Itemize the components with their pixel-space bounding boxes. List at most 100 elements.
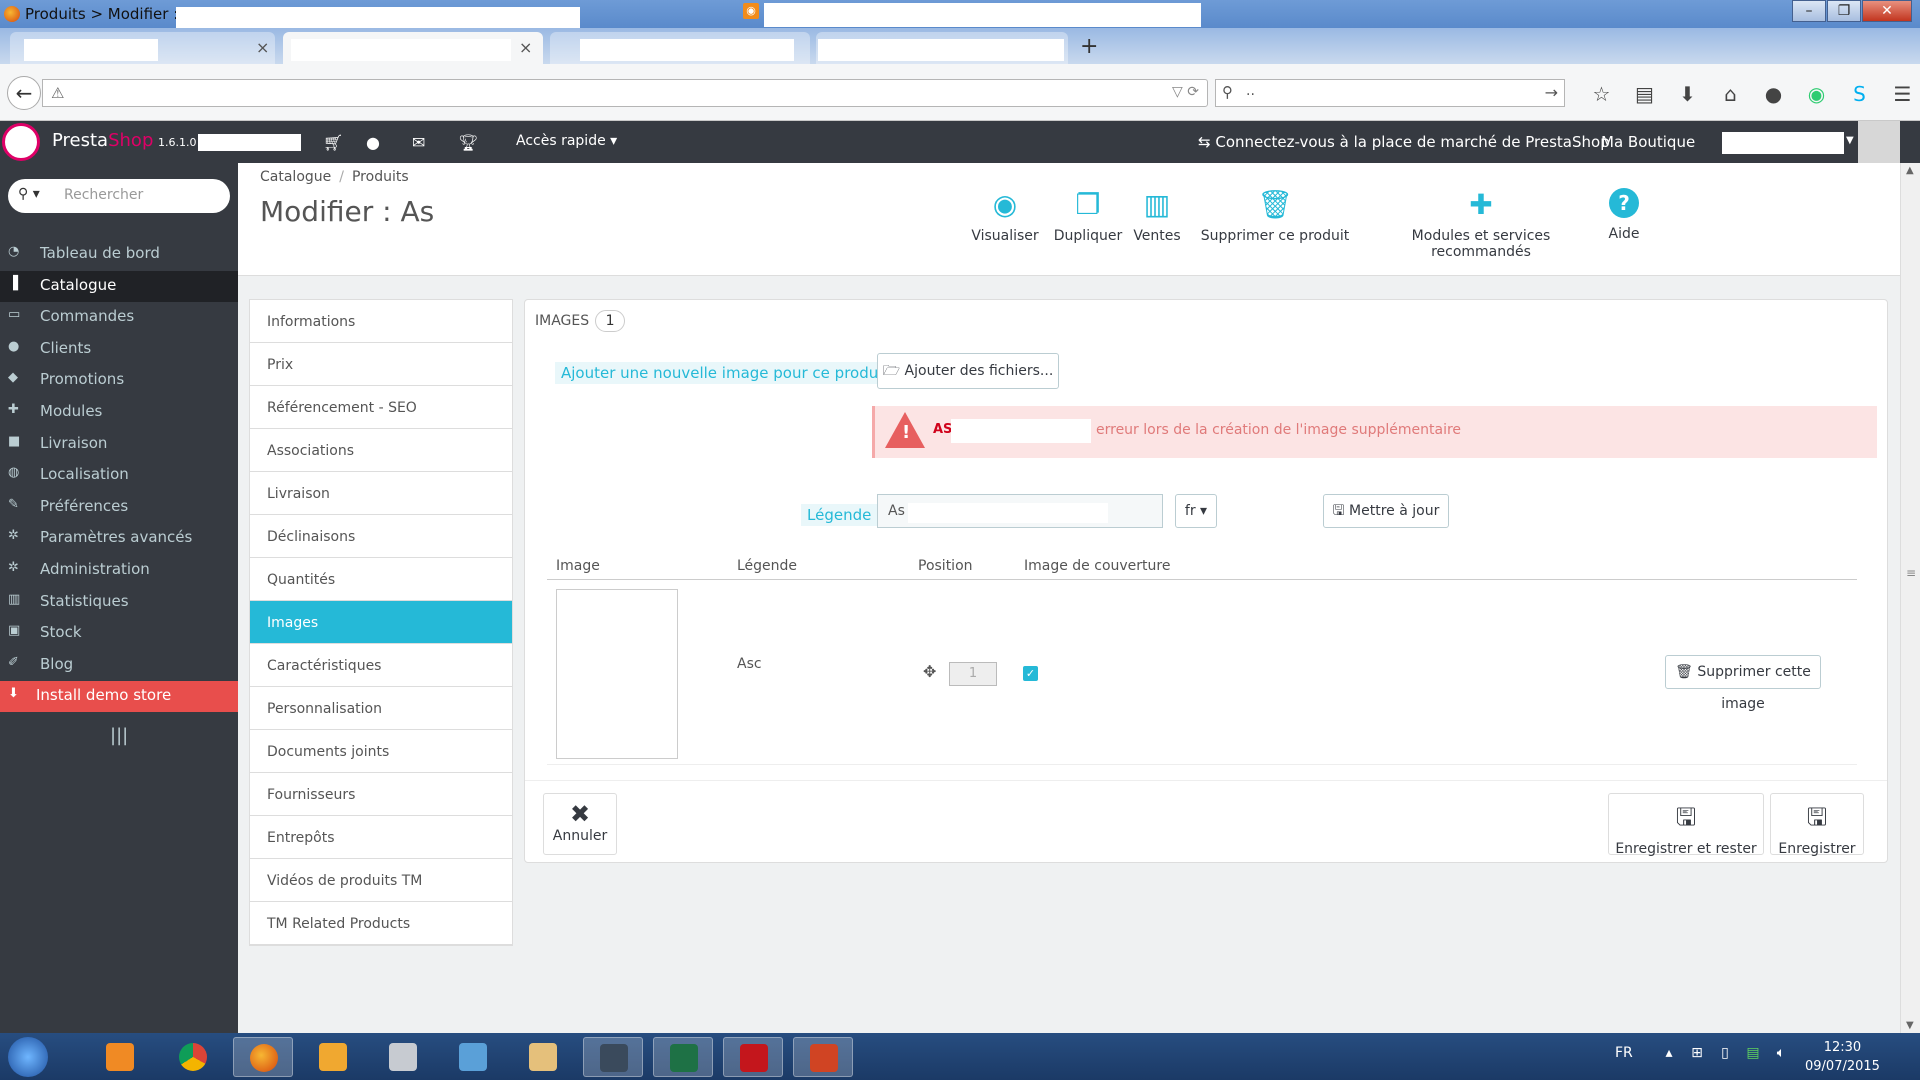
drag-handle-icon[interactable]: ✥ (923, 662, 936, 681)
taskbar-excel[interactable] (653, 1037, 713, 1077)
taskbar-network[interactable] (443, 1037, 503, 1077)
menu-icon[interactable]: ☰ (1881, 82, 1920, 106)
sidebar-item-administration[interactable]: ✲ Administration (0, 555, 238, 586)
maximize-button[interactable]: ❐ (1827, 0, 1861, 22)
tab-entrepôts[interactable]: Entrepôts (250, 816, 512, 859)
tab-caractéristiques[interactable]: Caractéristiques (250, 644, 512, 687)
taskbar-calculator[interactable] (373, 1037, 433, 1077)
tab-livraison[interactable]: Livraison (250, 472, 512, 515)
tab-déclinaisons[interactable]: Déclinaisons (250, 515, 512, 558)
add-files-button[interactable]: 🗁︎ Ajouter des fichiers... (877, 353, 1059, 389)
cover-checkbox[interactable]: ✓ (1023, 666, 1038, 681)
tab-référencement-seo[interactable]: Référencement - SEO (250, 386, 512, 429)
trophy-icon[interactable]: 🏆︎ (458, 133, 478, 152)
marketplace-link[interactable]: ⇆ Connectez-vous à la place de marché de… (1198, 133, 1610, 151)
scroll-down-icon[interactable]: ▼ (1906, 1020, 1914, 1031)
collapse-sidebar-icon[interactable]: ||| (110, 725, 128, 746)
my-shop-link[interactable]: Ma Boutique (1601, 133, 1695, 151)
tab-prix[interactable]: Prix (250, 343, 512, 386)
user-icon[interactable]: ● (366, 133, 380, 152)
sidebar-item-paramètres-avancés[interactable]: ✲ Paramètres avancés (0, 523, 238, 554)
toolbar-dupliquer-button[interactable]: ❐ Dupliquer (1052, 188, 1124, 244)
tab-close-icon[interactable]: × (256, 38, 269, 57)
toolbar-supprimer-ce-produit-button[interactable]: 🗑︎ Supprimer ce produit (1200, 188, 1350, 244)
quick-access-menu[interactable]: Accès rapide ▾ (516, 133, 617, 149)
start-button[interactable] (8, 1037, 48, 1077)
tab-tm-related-products[interactable]: TM Related Products (250, 902, 512, 945)
sidebar-item-blog[interactable]: ✐ Blog (0, 650, 238, 681)
tab-close-icon[interactable]: × (519, 38, 532, 57)
network-tray-icon[interactable]: ▤ (1739, 1045, 1767, 1061)
close-window-button[interactable]: ✕ (1862, 0, 1912, 22)
breadcrumb-catalogue[interactable]: Catalogue (260, 169, 331, 185)
toolbar-ventes-button[interactable]: ▥ Ventes (1130, 188, 1184, 244)
page-scrollbar[interactable]: ▲ ≡ ▼ (1900, 163, 1920, 1033)
sidebar-item-stock[interactable]: ▣ Stock (0, 618, 238, 649)
search-go-icon[interactable]: → (1545, 83, 1558, 102)
tab-associations[interactable]: Associations (250, 429, 512, 472)
chat-icon[interactable]: ● (1752, 82, 1795, 106)
sidebar-item-modules[interactable]: ✚ Modules (0, 397, 238, 428)
taskbar-chrome[interactable] (163, 1037, 223, 1077)
taskbar-firefox[interactable] (233, 1037, 293, 1077)
sidebar-item-install-demo-store[interactable]: ⬇ Install demo store (0, 681, 238, 713)
bookmark-star-icon[interactable]: ☆ (1580, 82, 1623, 106)
volume-icon[interactable]: 🔈︎ (1767, 1045, 1795, 1061)
sidebar-item-préférences[interactable]: ✎ Préférences (0, 492, 238, 523)
search-bar[interactable]: ⚲ .. → (1215, 79, 1565, 107)
back-button[interactable]: ← (7, 76, 41, 110)
cancel-button[interactable]: ✖ Annuler (543, 793, 617, 855)
taskbar-outlook[interactable] (303, 1037, 363, 1077)
legend-input[interactable]: As (877, 494, 1163, 528)
taskbar-terminal[interactable] (583, 1037, 643, 1077)
skype-icon[interactable]: S (1838, 82, 1881, 106)
delete-image-button[interactable]: 🗑︎ Supprimer cette image (1665, 655, 1821, 712)
tab-vidéos-de-produits-tm[interactable]: Vidéos de produits TM (250, 859, 512, 902)
cart-icon[interactable]: 🛒︎ (323, 133, 343, 152)
toolbar-aide-button[interactable]: ? Aide (1606, 188, 1642, 242)
taskbar-powerpoint[interactable] (793, 1037, 853, 1077)
scroll-up-icon[interactable]: ▲ (1906, 165, 1914, 176)
tab-personnalisation[interactable]: Personnalisation (250, 687, 512, 730)
toolbar-visualiser-button[interactable]: ◉ Visualiser (970, 188, 1040, 244)
browser-tab[interactable] (816, 32, 1068, 64)
taskbar-media-player[interactable] (90, 1037, 150, 1077)
tab-informations[interactable]: Informations (250, 300, 512, 343)
minimize-button[interactable]: – (1792, 0, 1826, 22)
taskbar-acrobat[interactable] (723, 1037, 783, 1077)
tab-quantités[interactable]: Quantités (250, 558, 512, 601)
reload-icon[interactable]: ▽ ⟳ (1172, 84, 1199, 100)
battery-icon[interactable]: ▯ (1711, 1045, 1739, 1061)
extension-green-icon[interactable]: ◉ (1795, 82, 1838, 106)
position-input[interactable]: 1 (949, 662, 997, 686)
chevron-down-icon[interactable]: ▼ (1846, 135, 1854, 146)
home-icon[interactable]: ⌂ (1709, 82, 1752, 106)
sidebar-item-tableau-de-bord[interactable]: ◔ Tableau de bord (0, 239, 238, 270)
sidebar-item-catalogue[interactable]: ▐ Catalogue (0, 270, 238, 302)
show-hidden-icons-icon[interactable]: ▴ (1655, 1045, 1683, 1061)
avatar[interactable] (1858, 121, 1900, 163)
sidebar-search-input[interactable]: ⚲ ▾ Rechercher (8, 179, 230, 213)
tab-images[interactable]: Images (250, 601, 512, 644)
browser-tab[interactable]: × (10, 32, 275, 64)
new-tab-button[interactable]: + (1080, 34, 1098, 59)
url-bar[interactable]: ⚠ ▽ ⟳ (42, 79, 1208, 107)
browser-tab-active[interactable]: × (283, 32, 543, 64)
sidebar-item-localisation[interactable]: ◍ Localisation (0, 460, 238, 491)
sidebar-item-clients[interactable]: ● Clients (0, 334, 238, 365)
system-clock[interactable]: 12:30 09/07/2015 (1805, 1038, 1880, 1076)
browser-tab[interactable] (550, 32, 810, 64)
language-select[interactable]: fr ▾ (1175, 494, 1217, 528)
tab-fournisseurs[interactable]: Fournisseurs (250, 773, 512, 816)
envelope-icon[interactable]: ✉ (412, 133, 425, 152)
download-icon[interactable]: ⬇ (1666, 82, 1709, 106)
save-and-stay-button[interactable]: 🖫︎ Enregistrer et rester (1608, 793, 1764, 857)
tab-documents-joints[interactable]: Documents joints (250, 730, 512, 773)
scroll-grip-icon[interactable]: ≡ (1906, 566, 1916, 580)
sidebar-item-livraison[interactable]: ■ Livraison (0, 429, 238, 460)
taskbar-paint[interactable] (513, 1037, 573, 1077)
update-button[interactable]: 🖫︎ Mettre à jour (1323, 494, 1449, 528)
windows-flag-icon[interactable]: ⊞ (1683, 1045, 1711, 1061)
sidebar-item-commandes[interactable]: ▭ Commandes (0, 302, 238, 333)
save-button[interactable]: 🖫︎ Enregistrer (1770, 793, 1864, 857)
